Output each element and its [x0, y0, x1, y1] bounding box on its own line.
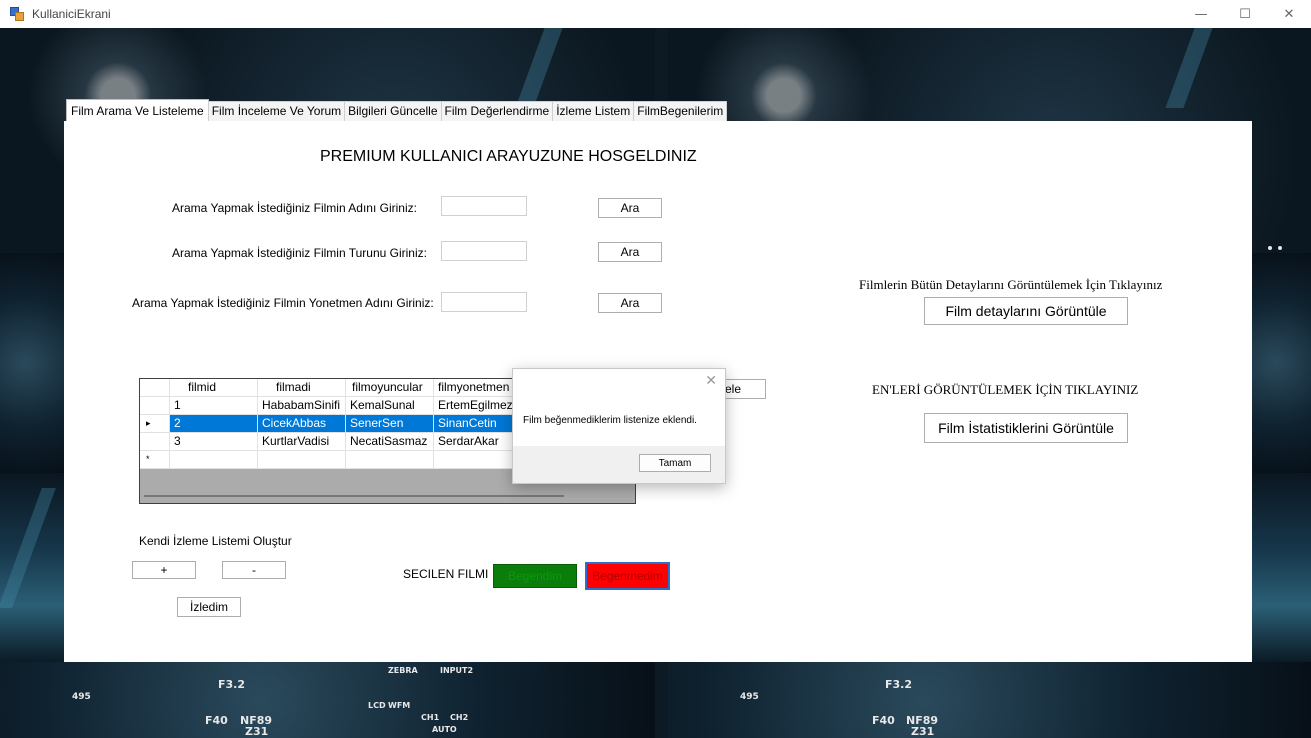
table-cell[interactable] [434, 451, 522, 469]
background-tile-light [1252, 473, 1311, 663]
table-cell[interactable]: CicekAbbas [258, 415, 346, 433]
film-stats-button[interactable]: Film İstatistiklerini Görüntüle [924, 413, 1128, 443]
tab-film-degerlendirme[interactable]: Film Değerlendirme [440, 101, 554, 121]
camera-label: WFM [388, 701, 411, 710]
camera-label: Z31 [911, 725, 935, 738]
background-tile-lens [1252, 253, 1311, 473]
message-dialog: ✕ Film beğenmediklerim listenize eklendi… [512, 368, 726, 484]
app-icon [10, 7, 24, 21]
background-tile-light [0, 473, 64, 663]
dislike-button[interactable]: Begenmedim [585, 562, 670, 590]
add-to-watchlist-button[interactable]: + [132, 561, 196, 579]
maximize-button[interactable]: ☐ [1223, 0, 1267, 28]
search-director-input[interactable] [441, 292, 527, 312]
camera-label: F3.2 [218, 678, 246, 691]
background-tile-monitor [0, 662, 655, 738]
row-header[interactable] [140, 397, 170, 415]
row-header[interactable]: * [140, 451, 170, 469]
column-header[interactable]: filmyonetmen [434, 379, 522, 397]
dialog-close-icon[interactable]: ✕ [705, 373, 717, 389]
stats-prompt: EN'LERİ GÖRÜNTÜLEMEK İÇİN TIKLAYINIZ [872, 382, 1139, 397]
minimize-button[interactable]: — [1179, 0, 1223, 28]
table-cell[interactable] [346, 451, 434, 469]
tab-film-arama[interactable]: Film Arama Ve Listeleme [66, 99, 209, 121]
search-name-button[interactable]: Ara [598, 198, 662, 218]
close-button[interactable]: ✕ [1267, 0, 1311, 28]
tab-bilgileri-guncelle[interactable]: Bilgileri Güncelle [344, 101, 442, 121]
search-director-button[interactable]: Ara [598, 293, 662, 313]
tab-strip: Film Arama Ve Listeleme Film İnceleme Ve… [66, 99, 728, 121]
search-director-label: Arama Yapmak İstediğiniz Filmin Yonetmen… [132, 296, 434, 310]
row-header-corner [140, 379, 170, 397]
search-name-input[interactable] [441, 196, 527, 216]
table-cell[interactable] [258, 451, 346, 469]
camera-label: Z31 [245, 725, 269, 738]
table-cell[interactable]: 3 [170, 433, 258, 451]
row-header[interactable]: ▸ [140, 415, 170, 433]
camera-label: CH2 [450, 713, 469, 722]
window-title: KullaniciEkrani [32, 7, 111, 21]
table-cell[interactable]: KurtlarVadisi [258, 433, 346, 451]
dialog-message: Film beğenmediklerim listenize eklendi. [523, 415, 697, 426]
table-cell[interactable]: SerdarAkar [434, 433, 522, 451]
remove-from-watchlist-button[interactable]: - [222, 561, 286, 579]
camera-label: F40 [872, 714, 895, 727]
table-cell[interactable] [170, 451, 258, 469]
column-header[interactable]: filmoyuncular [346, 379, 434, 397]
like-button[interactable]: Begendim [493, 564, 577, 588]
camera-label: 495 [740, 692, 759, 702]
horizontal-scrollbar[interactable] [144, 495, 564, 497]
background-dots [1268, 246, 1272, 250]
column-header[interactable]: filmadi [258, 379, 346, 397]
watched-button[interactable]: İzledim [177, 597, 241, 617]
watchlist-label: Kendi İzleme Listemi Oluştur [139, 534, 292, 548]
details-prompt: Filmlerin Bütün Detaylarını Görüntülemek… [859, 277, 1163, 292]
search-genre-label: Arama Yapmak İstediğiniz Filmin Turunu G… [172, 246, 427, 260]
page-title: PREMIUM KULLANICI ARAYUZUNE HOSGELDINIZ [320, 148, 697, 165]
table-cell[interactable]: ErtemEgilmez [434, 397, 522, 415]
table-cell[interactable]: 1 [170, 397, 258, 415]
dialog-footer: Tamam [513, 446, 725, 483]
tab-izleme-listem[interactable]: İzleme Listem [552, 101, 635, 121]
camera-label: ZEBRA [388, 666, 418, 675]
film-details-button[interactable]: Film detaylarını Görüntüle [924, 297, 1128, 325]
table-cell[interactable]: HababamSinifi [258, 397, 346, 415]
table-cell[interactable]: SinanCetin [434, 415, 522, 433]
table-cell[interactable]: KemalSunal [346, 397, 434, 415]
column-header[interactable]: filmid [170, 379, 258, 397]
camera-label: LCD [368, 701, 386, 710]
camera-label: F3.2 [885, 678, 913, 691]
selected-film-label: SECILEN FILMI [403, 567, 489, 581]
list-button-label: ele [725, 382, 742, 396]
row-header[interactable] [140, 433, 170, 451]
camera-label: CH1 [421, 713, 440, 722]
search-genre-button[interactable]: Ara [598, 242, 662, 262]
table-cell[interactable]: NecatiSasmaz [346, 433, 434, 451]
search-genre-input[interactable] [441, 241, 527, 261]
table-cell[interactable]: SenerSen [346, 415, 434, 433]
dialog-ok-button[interactable]: Tamam [639, 454, 711, 472]
camera-label: 495 [72, 692, 91, 702]
window-controls: — ☐ ✕ [1179, 0, 1311, 28]
search-name-label: Arama Yapmak İstediğiniz Filmin Adını Gi… [172, 201, 417, 215]
camera-label: INPUT2 [440, 666, 474, 675]
tab-film-begenilerim[interactable]: FilmBegenilerim [633, 101, 728, 121]
background-tile-monitor [668, 662, 1311, 738]
tab-film-inceleme[interactable]: Film İnceleme Ve Yorum [207, 101, 346, 121]
title-bar: KullaniciEkrani — ☐ ✕ [0, 0, 1311, 28]
camera-label: F40 [205, 714, 228, 727]
table-cell[interactable]: 2 [170, 415, 258, 433]
camera-label: AUTO [432, 725, 457, 734]
background-tile-lens [0, 253, 64, 473]
